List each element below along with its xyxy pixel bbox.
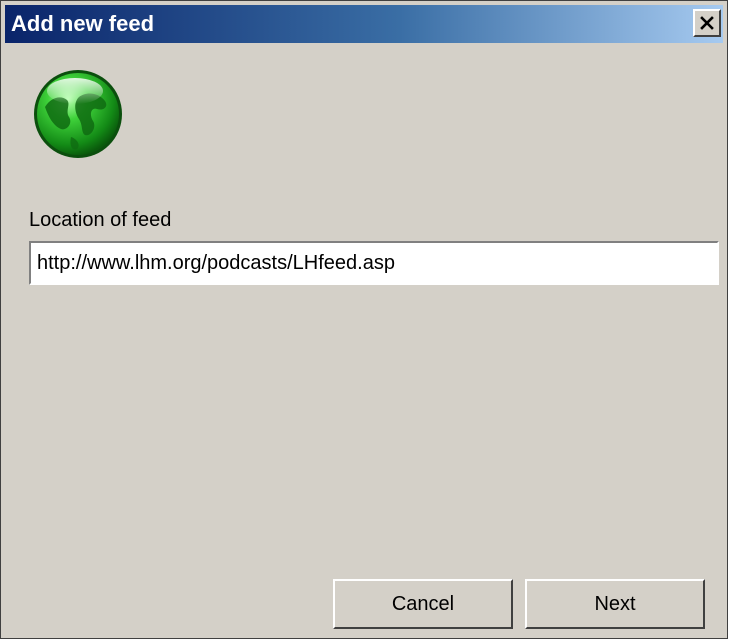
title-bar[interactable]: Add new feed <box>5 5 723 43</box>
cancel-button[interactable]: Cancel <box>333 579 513 629</box>
next-button[interactable]: Next <box>525 579 705 629</box>
feed-location-label: Location of feed <box>29 209 172 231</box>
window-title: Add new feed <box>11 11 155 36</box>
close-button[interactable] <box>693 9 721 37</box>
feed-location-input[interactable] <box>28 240 720 286</box>
globe-icon <box>34 70 122 158</box>
close-icon <box>700 16 714 30</box>
add-feed-dialog: Add new feed Location of feed http://www… <box>0 0 728 639</box>
